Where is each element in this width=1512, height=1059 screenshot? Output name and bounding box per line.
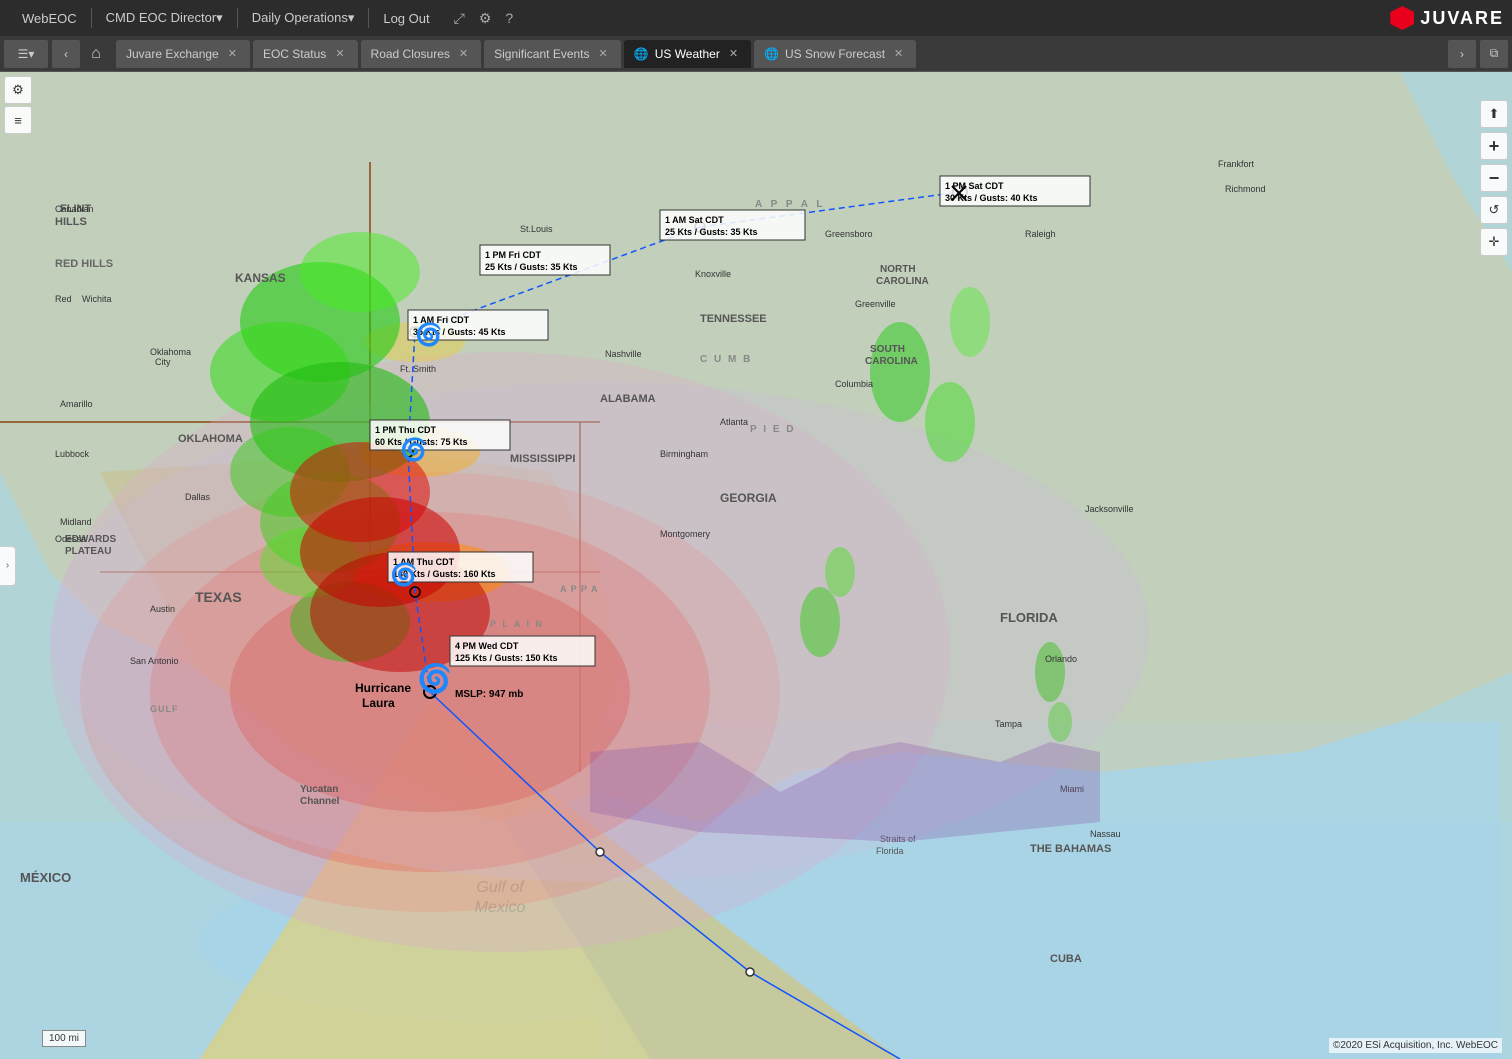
- help-icon[interactable]: ?: [505, 10, 513, 26]
- tab-road-closures[interactable]: Road Closures ✕: [361, 40, 482, 68]
- tab-significant-events[interactable]: Significant Events ✕: [484, 40, 621, 68]
- tab-window-button[interactable]: ⧉: [1480, 40, 1508, 68]
- tab-label: EOC Status: [263, 47, 326, 61]
- map-container[interactable]: Gulf of Mexico: [0, 72, 1512, 1059]
- tab-end-buttons: › ⧉: [1448, 40, 1508, 68]
- tab-eoc-status[interactable]: EOC Status ✕: [253, 40, 358, 68]
- tab-close-eoc-status[interactable]: ✕: [332, 46, 347, 61]
- tab-menu-button[interactable]: ☰▾: [4, 40, 48, 68]
- daily-ops-nav[interactable]: Daily Operations▾: [238, 0, 369, 36]
- hurricane-symbol-thu-pm: 🌀: [400, 437, 427, 463]
- tab-prev-button[interactable]: ‹: [52, 40, 80, 68]
- tab-bar: ☰▾ ‹ ⌂ Juvare Exchange ✕ EOC Status ✕ Ro…: [0, 36, 1512, 72]
- logout-nav[interactable]: Log Out: [369, 0, 443, 36]
- settings-tool-button[interactable]: ⚙: [4, 76, 32, 104]
- right-sidebar: ⬆ + − ↺ ✛: [1476, 72, 1512, 260]
- hurricane-symbol-main: 🌀: [417, 662, 452, 695]
- tab-close-juvare-exchange[interactable]: ✕: [225, 46, 240, 61]
- zoom-home-button[interactable]: ⬆: [1480, 100, 1508, 128]
- sidebar-collapse-arrow[interactable]: ›: [0, 546, 16, 586]
- tab-label: Juvare Exchange: [126, 47, 219, 61]
- cmd-eoc-nav[interactable]: CMD EOC Director▾: [92, 0, 237, 36]
- nav-icon-group: ⤢ ⚙ ?: [454, 10, 514, 27]
- tab-juvare-exchange[interactable]: Juvare Exchange ✕: [116, 40, 250, 68]
- map-scale: 100 mi: [42, 1030, 86, 1047]
- svg-text:Gulf of: Gulf of: [476, 879, 525, 896]
- webeoc-nav[interactable]: WebEOC: [8, 0, 91, 36]
- hurricane-symbol-fri: 🌀: [415, 322, 442, 348]
- left-sidebar: ⚙ ≡: [0, 72, 36, 138]
- zoom-in-button[interactable]: +: [1480, 132, 1508, 160]
- tab-label: Significant Events: [494, 47, 589, 61]
- hurricane-symbol-thu-am: 🌀: [390, 562, 417, 588]
- juvare-icon: [1390, 6, 1414, 30]
- map-copyright: ©2020 ESi Acquisition, Inc. WebEOC: [1329, 1038, 1502, 1053]
- svg-text:Mexico: Mexico: [475, 899, 526, 916]
- tab-close-significant-events[interactable]: ✕: [596, 46, 611, 61]
- tab-next-button[interactable]: ›: [1448, 40, 1476, 68]
- tab-us-snow-forecast[interactable]: 🌐 US Snow Forecast ✕: [754, 40, 916, 68]
- layers-tool-button[interactable]: ≡: [4, 106, 32, 134]
- tab-label: US Weather: [655, 47, 720, 61]
- juvare-logo: JUVARE: [1390, 6, 1504, 30]
- move-icon[interactable]: ⤢: [454, 10, 465, 27]
- top-navigation: WebEOC CMD EOC Director▾ Daily Operation…: [0, 0, 1512, 36]
- globe-icon: 🌐: [634, 47, 649, 61]
- refresh-button[interactable]: ↺: [1480, 196, 1508, 224]
- zoom-out-button[interactable]: −: [1480, 164, 1508, 192]
- tab-label: Road Closures: [371, 47, 450, 61]
- settings-icon[interactable]: ⚙: [479, 10, 492, 27]
- tab-us-weather[interactable]: 🌐 US Weather ✕: [624, 40, 751, 68]
- tab-label: US Snow Forecast: [785, 47, 885, 61]
- tab-close-us-weather[interactable]: ✕: [726, 46, 741, 61]
- home-button[interactable]: ⌂: [80, 40, 112, 68]
- tab-close-us-snow-forecast[interactable]: ✕: [891, 46, 906, 61]
- tab-close-road-closures[interactable]: ✕: [456, 46, 471, 61]
- crosshair-button[interactable]: ✛: [1480, 228, 1508, 256]
- globe-icon-2: 🌐: [764, 47, 779, 61]
